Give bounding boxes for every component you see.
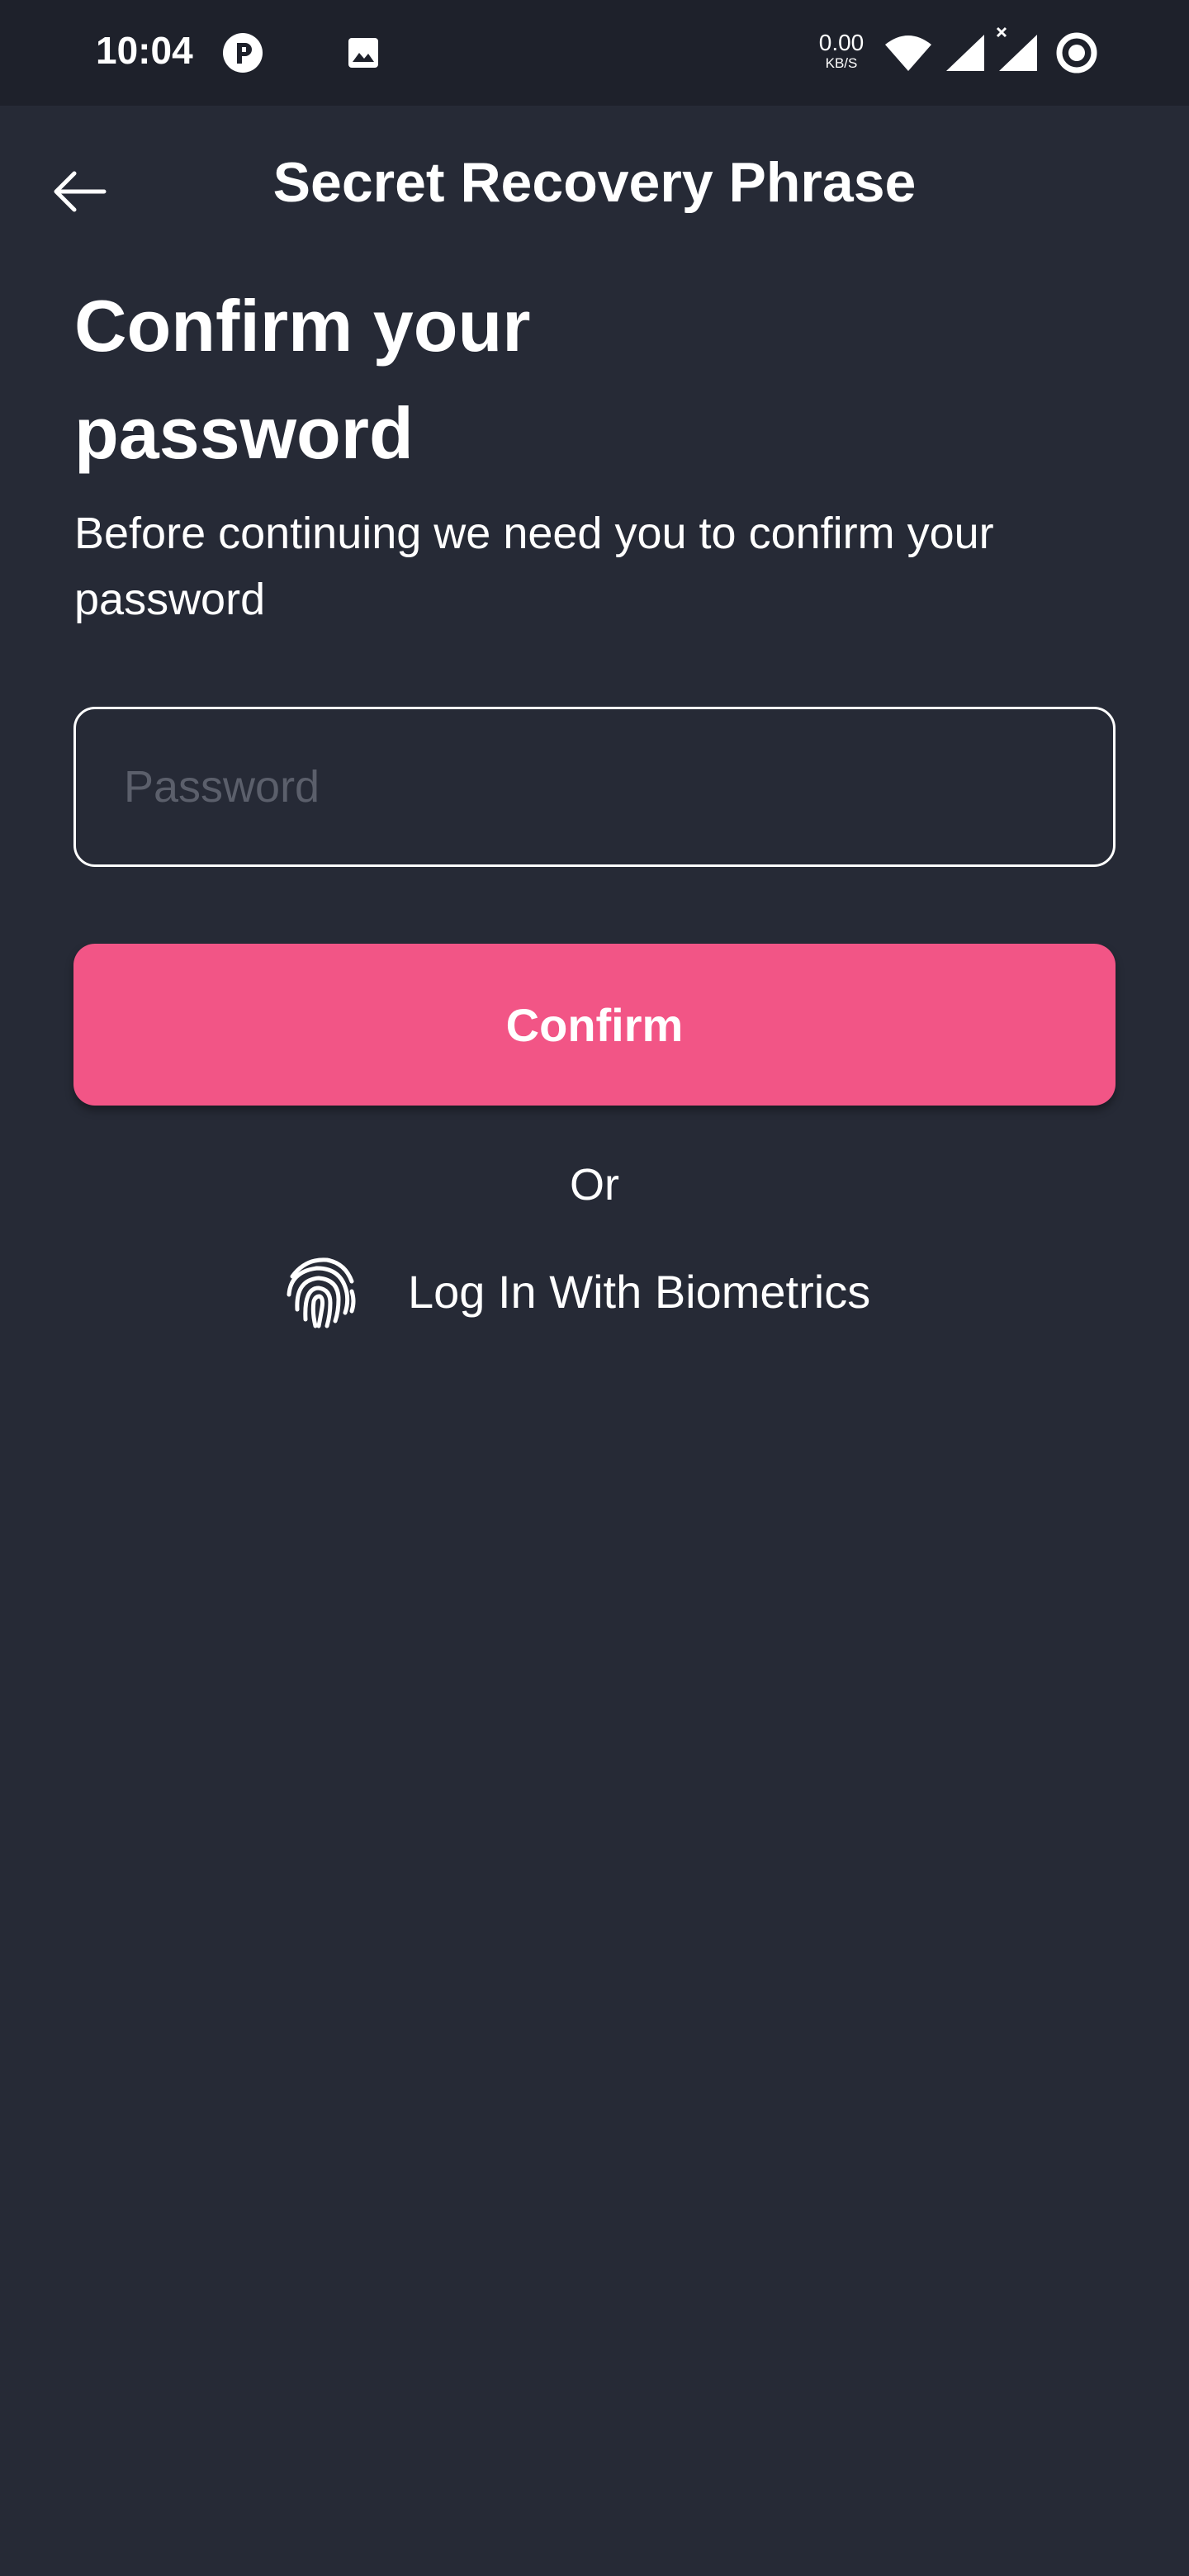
wifi-icon bbox=[885, 36, 931, 71]
network-speed-unit: KB/S bbox=[825, 55, 858, 71]
heading: Confirm your password bbox=[74, 285, 531, 474]
password-input[interactable] bbox=[73, 707, 1116, 867]
or-divider-label: Or bbox=[570, 1160, 619, 1210]
page-title: Secret Recovery Phrase bbox=[272, 151, 917, 214]
network-speed-value: 0.00 bbox=[818, 30, 865, 55]
image-icon bbox=[348, 38, 378, 68]
app-bar: Secret Recovery Phrase bbox=[0, 106, 1189, 271]
signal-no-service-icon bbox=[996, 26, 1037, 71]
record-icon bbox=[1056, 32, 1097, 73]
biometrics-login-button[interactable]: Log In With Biometrics bbox=[281, 1250, 870, 1333]
signal-icon bbox=[946, 35, 984, 71]
status-bar: 10:04 0.00 KB/S bbox=[0, 0, 1189, 106]
status-time: 10:04 bbox=[96, 29, 193, 72]
confirm-button[interactable]: Confirm bbox=[73, 944, 1116, 1106]
app-notification-icon bbox=[223, 33, 263, 73]
fingerprint-icon bbox=[287, 1257, 356, 1328]
description: Before continuing we need you to confirm… bbox=[74, 509, 994, 624]
biometrics-label: Log In With Biometrics bbox=[408, 1265, 871, 1318]
network-speed: 0.00 KB/S bbox=[816, 30, 867, 71]
